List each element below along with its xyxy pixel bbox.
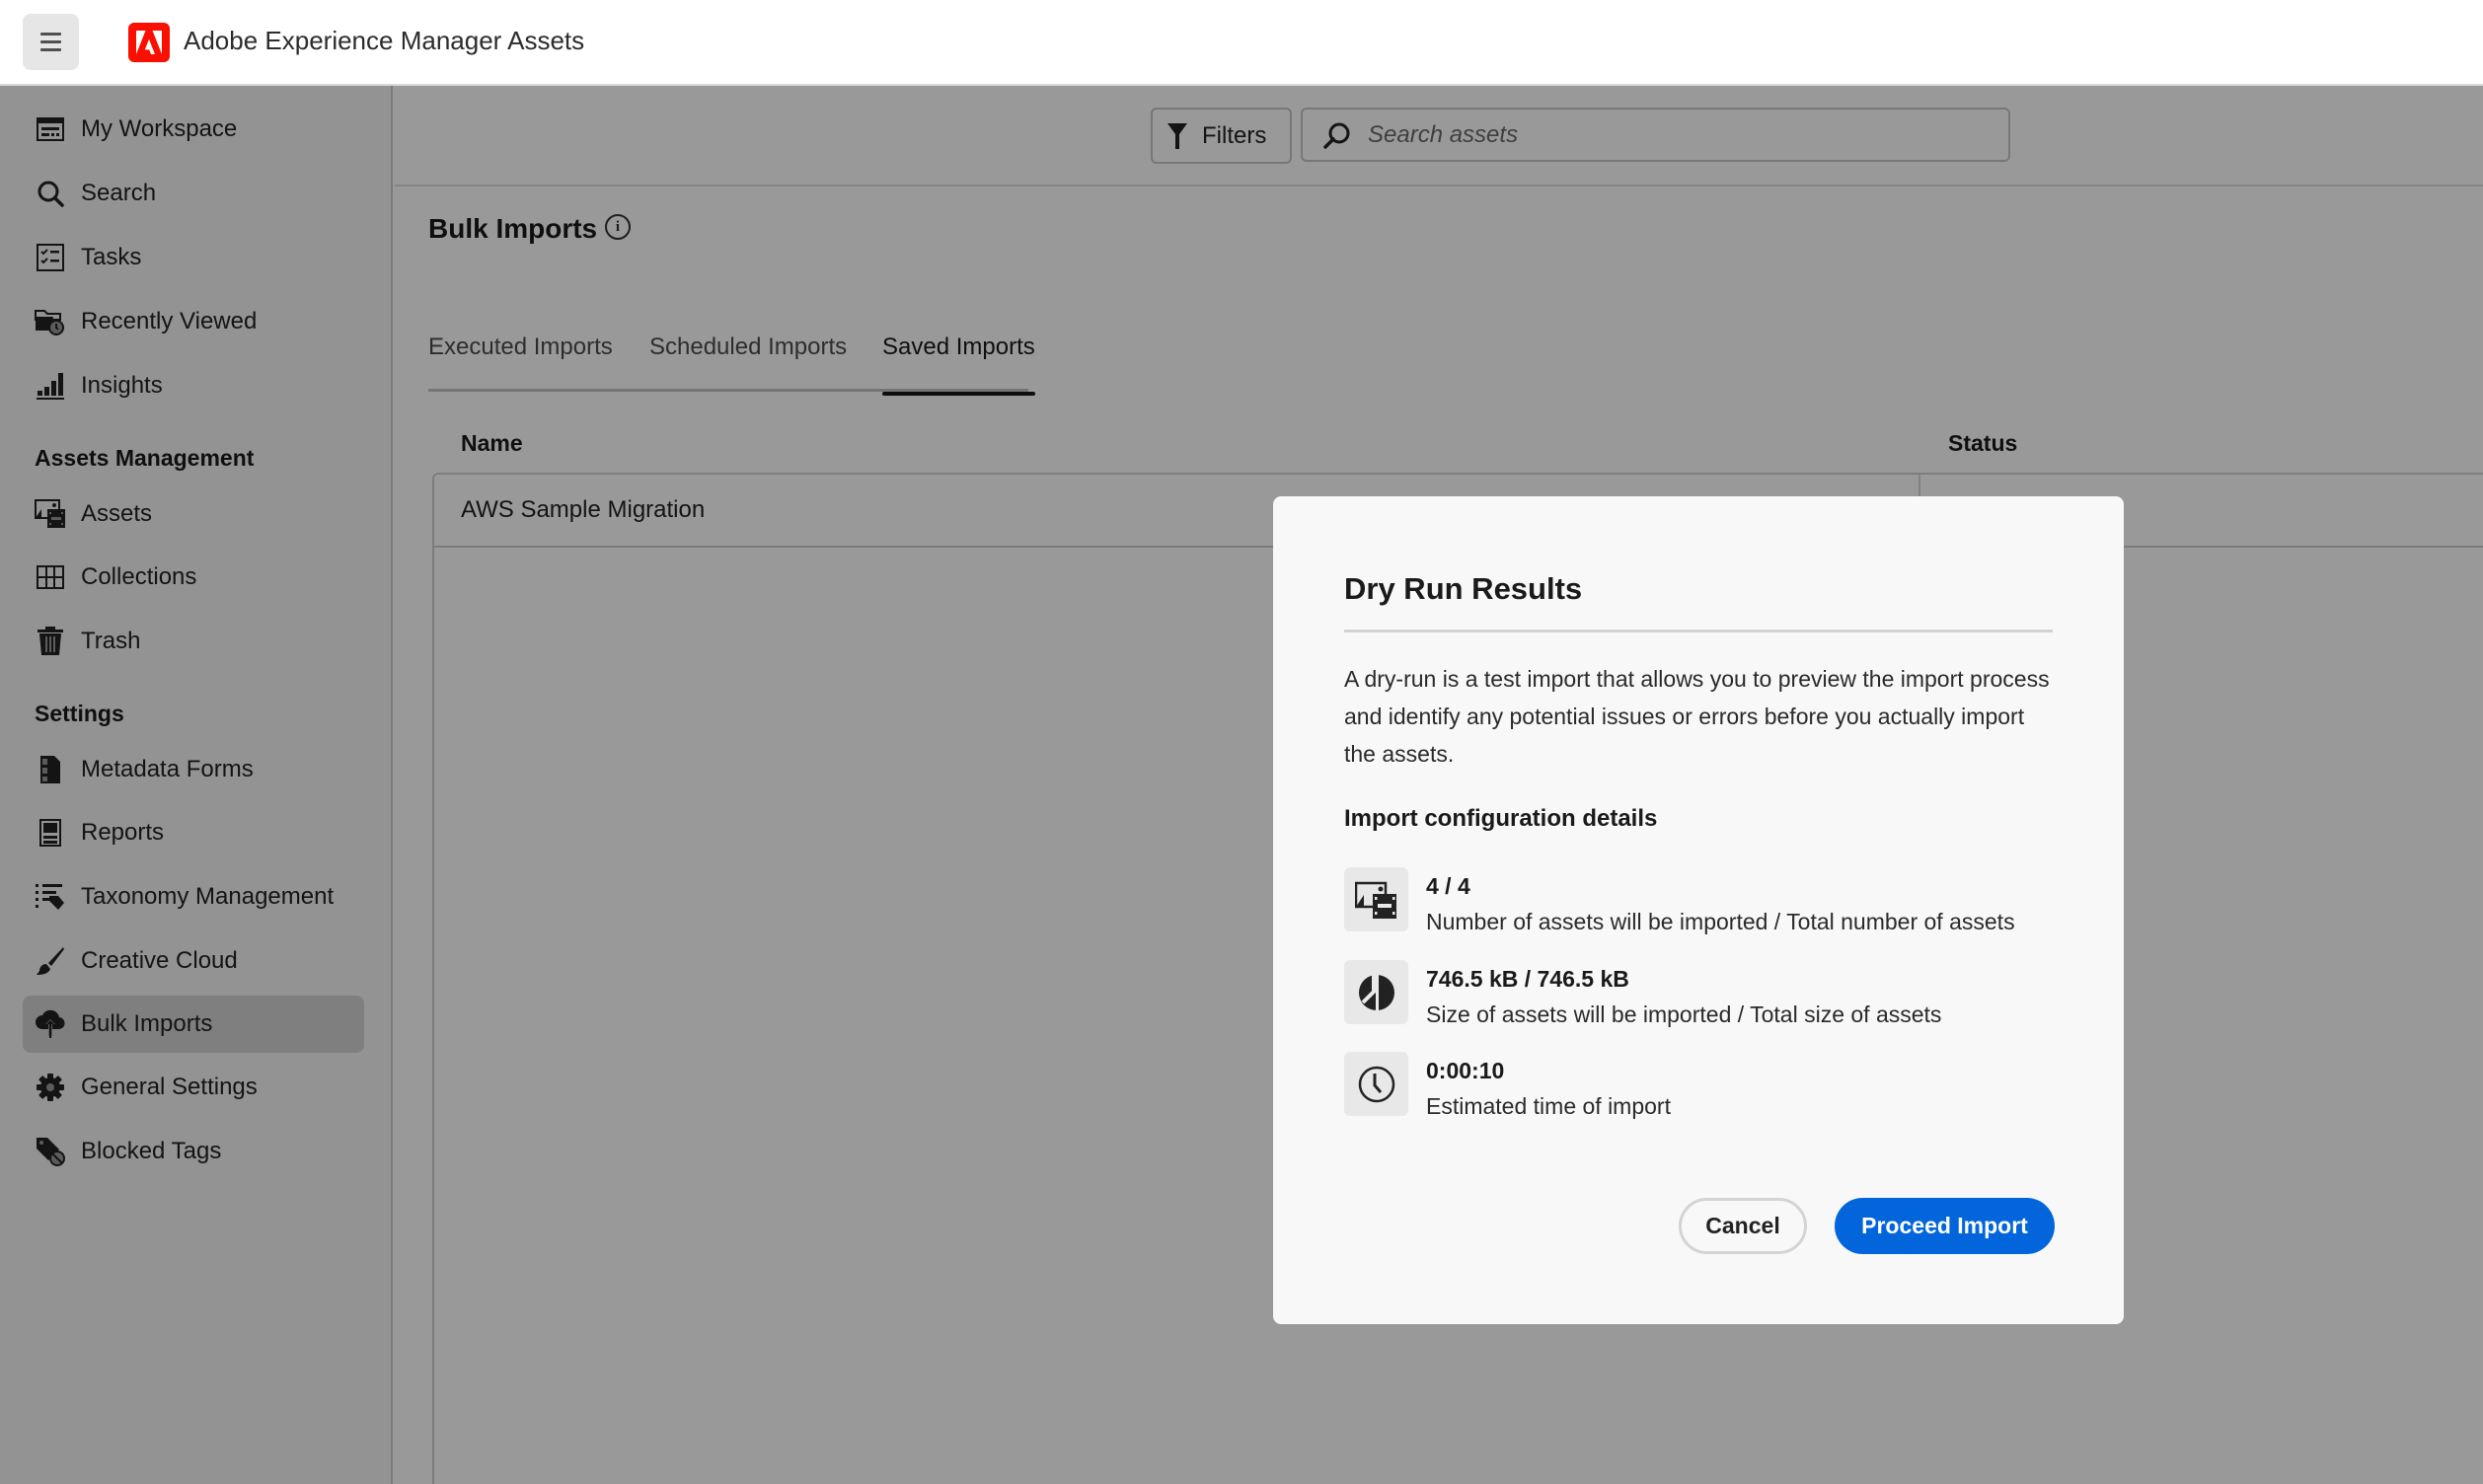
- detail-value: 746.5 kB / 746.5 kB: [1426, 966, 1629, 992]
- pie-chart-icon: [1344, 960, 1408, 1024]
- detail-description: Size of assets will be imported / Total …: [1426, 1002, 1942, 1027]
- hamburger-icon: [40, 33, 61, 36]
- detail-value: 0:00:10: [1426, 1058, 1505, 1083]
- detail-value: 4 / 4: [1426, 873, 1470, 899]
- cancel-button[interactable]: Cancel: [1679, 1198, 1807, 1254]
- detail-description: Estimated time of import: [1426, 1093, 1671, 1119]
- dialog-divider: [1344, 630, 2053, 632]
- assets-icon: [1344, 867, 1408, 931]
- clock-icon: [1344, 1052, 1408, 1116]
- dialog-title: Dry Run Results: [1344, 571, 1583, 606]
- hamburger-icon-line: [40, 40, 61, 43]
- proceed-import-button[interactable]: Proceed Import: [1835, 1198, 2055, 1254]
- app-header: Adobe Experience Manager Assets: [0, 0, 2483, 86]
- detail-asset-size: 746.5 kB / 746.5 kB Size of assets will …: [1344, 960, 2055, 1027]
- dry-run-results-dialog: Dry Run Results A dry-run is a test impo…: [1273, 496, 2124, 1324]
- hamburger-menu-button[interactable]: [23, 14, 79, 70]
- dialog-subtitle: Import configuration details: [1344, 805, 1658, 832]
- detail-estimated-time: 0:00:10 Estimated time of import: [1344, 1052, 2055, 1119]
- adobe-logo-icon[interactable]: [128, 23, 170, 62]
- dialog-description: A dry-run is a test import that allows y…: [1344, 666, 2050, 767]
- app-title: Adobe Experience Manager Assets: [184, 26, 585, 55]
- detail-asset-count: 4 / 4 Number of assets will be imported …: [1344, 867, 2055, 934]
- detail-description: Number of assets will be imported / Tota…: [1426, 909, 2015, 934]
- hamburger-icon-line: [40, 48, 61, 51]
